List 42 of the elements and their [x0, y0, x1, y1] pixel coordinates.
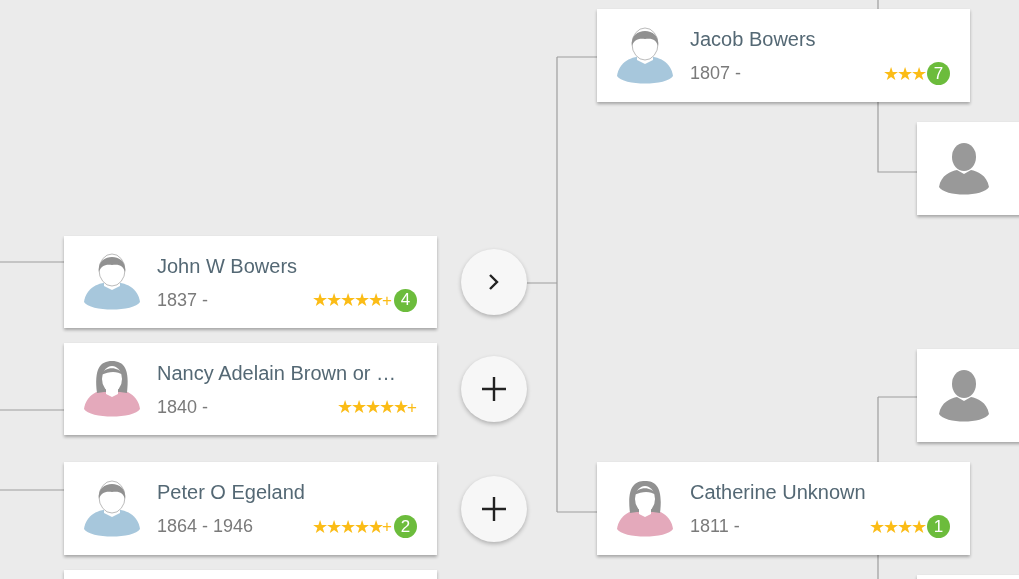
person-card[interactable]: John W Bowers 1837 - ★★★★★+ 4	[64, 236, 437, 328]
plus-icon	[482, 377, 506, 401]
person-card[interactable]: Nancy Adelain Brown or … 1840 - ★★★★★+	[64, 343, 437, 435]
person-name: Jacob Bowers	[690, 27, 817, 52]
count-badge: 1	[927, 515, 950, 538]
rating-suffix: +	[382, 518, 392, 535]
person-name: John W Bowers	[157, 253, 299, 279]
count-badge: 2	[394, 515, 417, 538]
plus-icon	[482, 497, 506, 521]
person-card[interactable]	[917, 349, 1019, 442]
person-name: Peter O Egeland	[157, 480, 306, 505]
chevron-right-icon	[488, 273, 500, 291]
person-card[interactable]	[917, 122, 1019, 215]
life-dates: 1807 -	[690, 62, 742, 85]
add-button[interactable]	[461, 476, 527, 542]
add-button[interactable]	[461, 356, 527, 422]
star-rating: ★★★★	[869, 517, 925, 536]
person-name: Nancy Adelain Brown or …	[157, 360, 397, 386]
life-dates: 1837 -	[157, 288, 209, 312]
life-dates: 1864 - 1946	[157, 515, 254, 538]
count-badge: 4	[394, 288, 417, 312]
count-badge: 7	[927, 62, 950, 85]
expand-button[interactable]	[461, 249, 527, 315]
male-avatar-icon	[83, 478, 140, 539]
person-card[interactable]: Jacob Bowers 1807 - ★★★ 7	[597, 9, 970, 102]
rating-suffix: +	[407, 398, 417, 416]
female-avatar-icon	[616, 478, 673, 539]
person-silhouette-icon	[938, 369, 989, 422]
star-rating: ★★★★★	[337, 398, 408, 416]
person-card[interactable]: Peter O Egeland 1864 - 1946 ★★★★★+ 2	[64, 462, 437, 555]
star-rating: ★★★★★	[312, 517, 383, 536]
life-dates: 1840 -	[157, 395, 209, 419]
person-name: Catherine Unknown	[690, 480, 867, 505]
male-avatar-icon	[83, 252, 140, 312]
life-dates: 1811 -	[690, 515, 740, 538]
rating-suffix: +	[382, 291, 392, 309]
person-card[interactable]: Catherine Unknown 1811 - ★★★★ 1	[597, 462, 970, 555]
person-silhouette-icon	[938, 142, 989, 195]
star-rating: ★★★	[883, 64, 925, 83]
female-avatar-icon	[83, 359, 140, 419]
star-rating: ★★★★★	[312, 291, 383, 309]
male-avatar-icon	[616, 25, 673, 86]
